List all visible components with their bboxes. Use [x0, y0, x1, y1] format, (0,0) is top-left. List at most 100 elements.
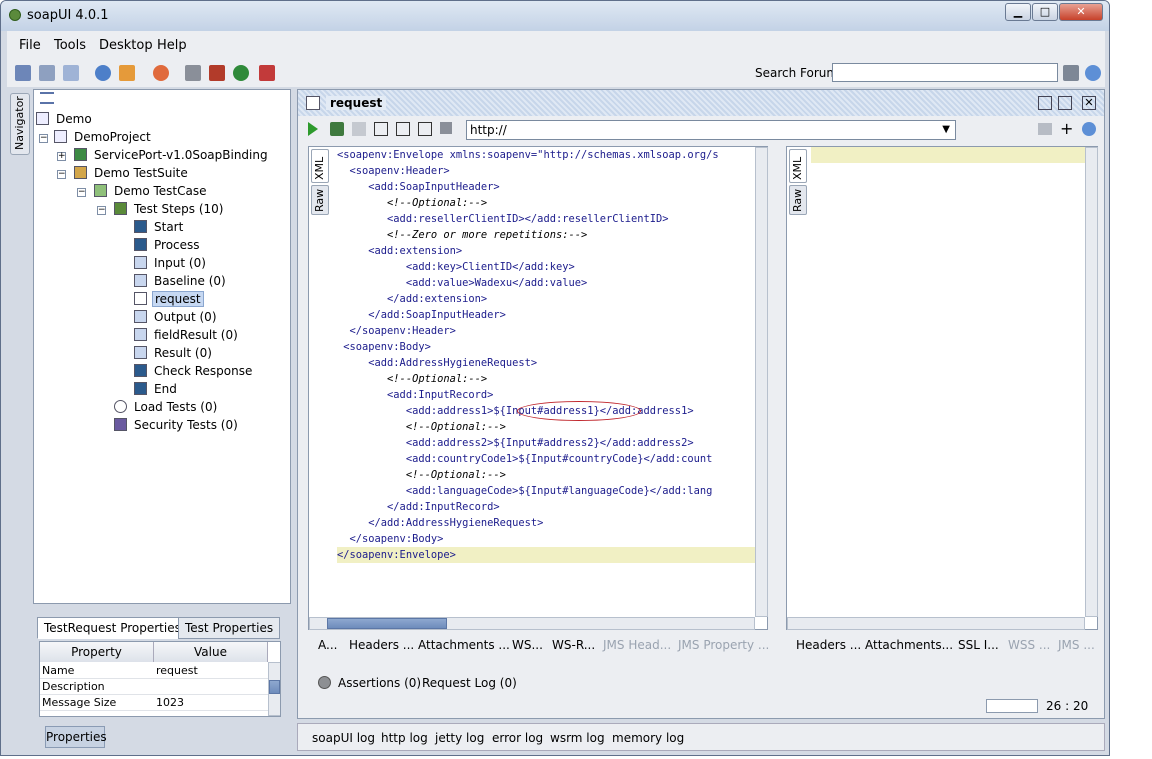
- fullscreen-icon[interactable]: [374, 122, 388, 136]
- new-project-icon[interactable]: [15, 65, 31, 81]
- launch-icon[interactable]: [233, 65, 249, 81]
- property-name[interactable]: Description: [40, 679, 154, 695]
- request-xml-editor[interactable]: <soapenv:Envelope xmlns:soapenv="http://…: [337, 147, 757, 607]
- maximize-button[interactable]: □: [1032, 3, 1058, 21]
- tab-assertions[interactable]: Assertions (0): [338, 676, 421, 690]
- property-value[interactable]: request: [154, 663, 268, 679]
- tab-request-xml[interactable]: XML: [311, 149, 329, 183]
- property-value[interactable]: 1023: [154, 695, 268, 711]
- help-icon[interactable]: [1085, 65, 1101, 81]
- proxy-icon[interactable]: [209, 65, 225, 81]
- menu-help[interactable]: Help: [157, 38, 187, 53]
- tab-test-properties[interactable]: Test Properties: [178, 617, 281, 639]
- tree-item-project[interactable]: DemoProject: [54, 129, 153, 147]
- menu-file[interactable]: File: [19, 38, 41, 53]
- menu-tools[interactable]: Tools: [54, 38, 86, 53]
- properties-button[interactable]: Properties: [45, 726, 107, 748]
- collapse-icon[interactable]: −: [39, 134, 48, 143]
- tab-http-log[interactable]: http log: [381, 731, 428, 745]
- tab-memory-log[interactable]: memory log: [612, 731, 684, 745]
- tab-soapui-log[interactable]: soapUI log: [312, 731, 375, 745]
- menu-desktop[interactable]: Desktop: [99, 38, 153, 53]
- tree-item-step-end[interactable]: End: [134, 381, 179, 399]
- tree-item-security-tests[interactable]: Security Tests (0): [114, 417, 240, 435]
- save-all-icon[interactable]: [63, 65, 79, 81]
- property-name[interactable]: Message Size: [40, 695, 154, 711]
- tab-ws-rm[interactable]: WS-R...: [552, 638, 595, 652]
- tab-error-log[interactable]: error log: [492, 731, 543, 745]
- tab-layout-icon[interactable]: [396, 122, 410, 136]
- expand-icon[interactable]: +: [57, 152, 66, 161]
- tree-item-testcase[interactable]: Demo TestCase: [94, 183, 208, 201]
- tab-response-xml[interactable]: XML: [789, 149, 807, 183]
- help-icon[interactable]: [1082, 122, 1096, 136]
- undock-editor-icon[interactable]: [1058, 96, 1072, 110]
- property-name[interactable]: Name: [40, 663, 154, 679]
- forum-icon[interactable]: [95, 65, 111, 81]
- tab-request-attachments[interactable]: Attachments ...: [418, 638, 510, 652]
- response-xml-editor[interactable]: [811, 147, 1085, 617]
- request-scroll-thumb[interactable]: [327, 618, 447, 629]
- request-options-icon[interactable]: [1038, 123, 1052, 135]
- endpoint-select[interactable]: http:// ▼: [466, 120, 956, 140]
- tree-item-interface[interactable]: ServicePort-v1.0SoapBinding: [74, 147, 270, 165]
- tab-auth[interactable]: A...: [318, 638, 337, 652]
- navigator-tab[interactable]: Navigator: [10, 93, 30, 155]
- tab-request-headers[interactable]: Headers ...: [349, 638, 414, 652]
- trial-icon[interactable]: [119, 65, 135, 81]
- tab-ssl-info[interactable]: SSL I...: [958, 638, 999, 652]
- run-icon[interactable]: [308, 122, 318, 136]
- collapse-icon[interactable]: −: [77, 188, 86, 197]
- tree-item-step-start[interactable]: Start: [134, 219, 185, 237]
- search-binoculars-icon[interactable]: [1063, 65, 1079, 81]
- response-horizontal-scrollbar[interactable]: [787, 617, 1085, 630]
- preferences-icon[interactable]: [185, 65, 201, 81]
- tab-request-log[interactable]: Request Log (0): [422, 676, 517, 690]
- tree-item-step-process[interactable]: Process: [134, 237, 202, 255]
- create-empty-request-icon[interactable]: [352, 122, 366, 136]
- tree-item-testsuite[interactable]: Demo TestSuite: [74, 165, 190, 183]
- collapse-tree-icon[interactable]: [40, 92, 54, 104]
- tree-item-load-tests[interactable]: Load Tests (0): [114, 399, 219, 417]
- tree-item-step-request[interactable]: request: [134, 291, 204, 309]
- split-layout-icon[interactable]: [418, 122, 432, 136]
- column-header-value[interactable]: Value: [154, 642, 268, 662]
- tab-wsrm-log[interactable]: wsrm log: [550, 731, 605, 745]
- add-assertion-icon[interactable]: [330, 122, 344, 136]
- tab-jetty-log[interactable]: jetty log: [435, 731, 484, 745]
- tab-jms-headers[interactable]: JMS Head...: [603, 638, 671, 652]
- tree-item-workspace[interactable]: Demo: [36, 111, 94, 129]
- minimize-editor-icon[interactable]: [1038, 96, 1052, 110]
- tree-item-step-output[interactable]: Output (0): [134, 309, 219, 327]
- close-button[interactable]: ✕: [1059, 3, 1103, 21]
- tab-response-raw[interactable]: Raw: [789, 185, 807, 215]
- tree-item-step-baseline[interactable]: Baseline (0): [134, 273, 228, 291]
- import-project-icon[interactable]: [39, 65, 55, 81]
- online-help-icon[interactable]: [153, 65, 169, 81]
- add-icon[interactable]: +: [1060, 119, 1073, 138]
- tree-item-step-input[interactable]: Input (0): [134, 255, 208, 273]
- search-forum-input[interactable]: [832, 63, 1058, 82]
- tab-response-attachments[interactable]: Attachments...: [865, 638, 953, 652]
- tree-item-teststeps[interactable]: Test Steps (10): [114, 201, 225, 219]
- close-editor-icon[interactable]: ✕: [1082, 96, 1096, 110]
- tab-wss[interactable]: WSS ...: [1008, 638, 1050, 652]
- exit-icon[interactable]: [259, 65, 275, 81]
- cancel-icon[interactable]: [440, 122, 452, 134]
- property-value[interactable]: [154, 679, 268, 695]
- column-header-property[interactable]: Property: [40, 642, 154, 662]
- tree-item-step-check-response[interactable]: Check Response: [134, 363, 254, 381]
- tree-item-step-fieldresult[interactable]: fieldResult (0): [134, 327, 240, 345]
- tab-jms-property[interactable]: JMS Property ...: [678, 638, 769, 652]
- request-vertical-scrollbar[interactable]: [755, 147, 768, 617]
- tab-ws[interactable]: WS...: [512, 638, 543, 652]
- tree-item-step-result[interactable]: Result (0): [134, 345, 214, 363]
- minimize-button[interactable]: ▁: [1005, 3, 1031, 21]
- properties-scroll-thumb[interactable]: [269, 680, 280, 694]
- tab-jms[interactable]: JMS ...: [1058, 638, 1095, 652]
- tab-response-headers[interactable]: Headers ...: [796, 638, 861, 652]
- tab-request-raw[interactable]: Raw: [311, 185, 329, 215]
- tab-testrequest-properties[interactable]: TestRequest Properties: [37, 617, 188, 639]
- collapse-icon[interactable]: −: [57, 170, 66, 179]
- collapse-icon[interactable]: −: [97, 206, 106, 215]
